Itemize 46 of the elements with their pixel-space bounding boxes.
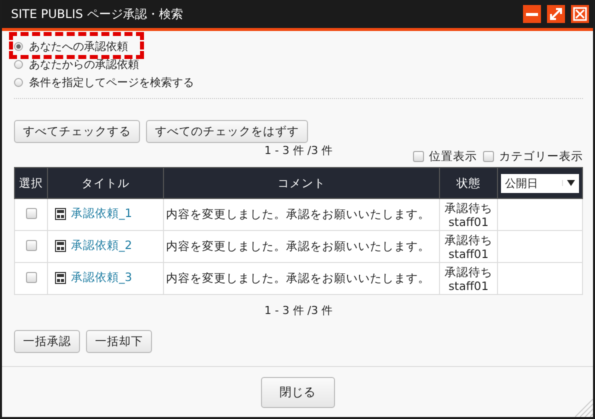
dropdown-icon xyxy=(567,180,575,186)
radio-button[interactable] xyxy=(14,60,23,68)
check-all-button[interactable]: すべてのチェックをはずす xyxy=(146,120,308,143)
table-cell: 内容を変更しました。承認をお願いいたします。 xyxy=(164,198,440,230)
checkbox[interactable] xyxy=(483,150,494,162)
check-all-button[interactable]: すべてチェックする xyxy=(14,120,140,143)
bulk-action-button[interactable]: 一括承認 xyxy=(14,330,80,353)
close-button[interactable] xyxy=(571,5,589,23)
close-icon xyxy=(572,6,588,22)
result-count: 1 - 3 件 /3 件 xyxy=(264,304,333,317)
sort-select[interactable]: 公開日 xyxy=(501,174,579,192)
checkbox[interactable] xyxy=(413,150,424,162)
page-icon xyxy=(55,240,66,252)
view-option[interactable]: 位置表示 xyxy=(413,148,477,164)
row-checkbox[interactable] xyxy=(26,208,36,218)
row-checkbox[interactable] xyxy=(26,240,36,250)
page-icon xyxy=(55,272,66,284)
column-header: 状態 xyxy=(440,168,498,198)
column-header: コメント xyxy=(164,168,440,198)
radio-option[interactable]: あなたへの承認依頼 xyxy=(14,37,128,55)
status-text: 承認待ち xyxy=(444,200,494,214)
user-text: staff01 xyxy=(447,278,490,292)
column-header: 選択 xyxy=(14,168,48,198)
minimize-icon xyxy=(526,12,538,16)
maximize-button[interactable] xyxy=(547,5,565,23)
status-text: 承認待ち xyxy=(444,264,494,278)
radio-option[interactable]: あなたからの承認依頼 xyxy=(14,55,139,73)
page-icon xyxy=(55,208,66,220)
result-count: 1 - 3 件 /3 件 xyxy=(264,143,333,158)
user-text: staff01 xyxy=(447,214,490,228)
resize-grip-icon xyxy=(575,399,593,417)
view-option[interactable]: カテゴリー表示 xyxy=(483,148,583,164)
radio-button[interactable] xyxy=(14,42,23,50)
minimize-button[interactable] xyxy=(523,5,541,23)
close-dialog-button[interactable]: 閉じる xyxy=(260,376,334,408)
radio-option[interactable]: 条件を指定してページを検索する xyxy=(14,73,194,91)
table-cell: 内容を変更しました。承認をお願いいたします。 xyxy=(164,230,440,262)
table-cell: 内容を変更しました。承認をお願いいたします。 xyxy=(164,262,440,294)
user-text: staff01 xyxy=(447,246,490,260)
bulk-action-button[interactable]: 一括却下 xyxy=(86,330,152,353)
status-text: 承認待ち xyxy=(444,232,494,246)
window-title: SITE PUBLIS ページ承認・検索 xyxy=(11,6,183,22)
radio-button[interactable] xyxy=(14,78,23,86)
column-header: タイトル xyxy=(48,168,164,198)
row-checkbox[interactable] xyxy=(26,272,36,282)
maximize-icon xyxy=(548,6,564,22)
